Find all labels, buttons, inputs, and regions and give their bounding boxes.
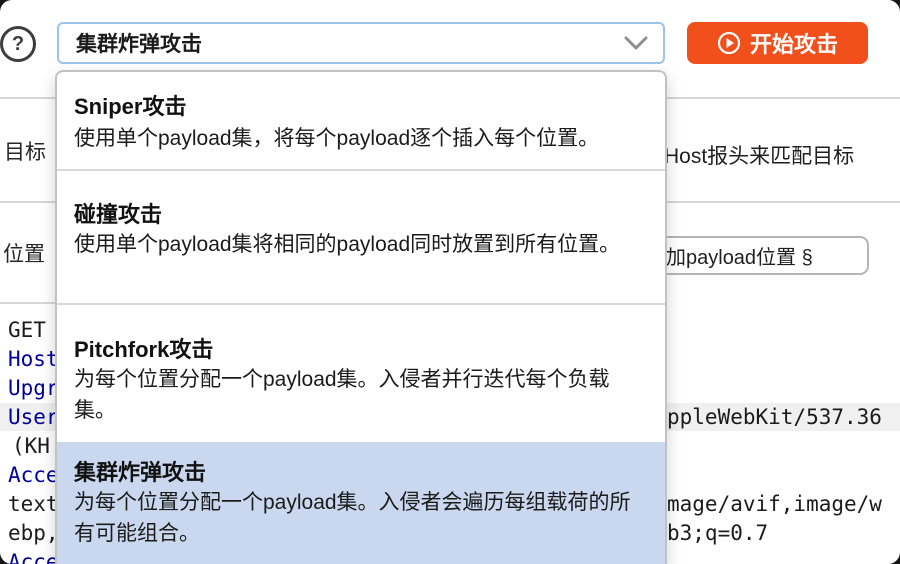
request-line-user-agent: User [8,403,59,431]
dropdown-option-title: 集群炸弹攻击 [74,455,206,487]
help-icon[interactable]: ? [0,26,36,62]
target-section-label: 目标 [4,136,46,166]
dropdown-option-description: 使用单个payload集将相同的payload同时放置到所有位置。 [74,229,664,260]
attack-type-selected-value: 集群炸弹攻击 [76,28,623,58]
section-divider-positions [0,302,57,304]
target-host-hint: Host报头来匹配目标 [664,140,854,170]
dropdown-option-sniper[interactable]: Sniper攻击 使用单个payload集，将每个payload逐个插入每个位置… [57,74,665,170]
dropdown-option-title: Sniper攻击 [74,89,186,121]
positions-section-label: 位置 [3,238,45,268]
start-attack-label: 开始攻击 [750,27,838,59]
intruder-attack-window: 目标 Host报头来匹配目标 位置 添加payload位置 § GET Host… [0,0,900,564]
dropdown-option-battering-ram[interactable]: 碰撞攻击 使用单个payload集将相同的payload同时放置到所有位置。 [57,171,665,303]
dropdown-option-description: 为每个位置分配一个payload集。入侵者并行迭代每个负载集。 [74,364,629,426]
dropdown-option-cluster-bomb[interactable]: 集群炸弹攻击 为每个位置分配一个payload集。入侵者会遍历每组载荷的所有可能… [57,442,665,564]
start-attack-button[interactable]: 开始攻击 [687,22,868,64]
request-line-accept-value: text [8,490,59,518]
request-line-webkit-tail: ppleWebKit/537.36 [667,403,882,431]
request-line-host: Host [8,345,59,373]
request-line-webp: ebp, [8,519,59,547]
request-line-khtml: (KH [12,432,50,460]
attack-type-select[interactable]: 集群炸弹攻击 [57,22,665,64]
dropdown-option-title: Pitchfork攻击 [74,332,213,364]
request-line-q07-tail: b3;q=0.7 [667,519,768,547]
dropdown-option-pitchfork[interactable]: Pitchfork攻击 为每个位置分配一个payload集。入侵者并行迭代每个负… [57,305,665,442]
request-line-upgrade: Upgr [8,374,59,402]
request-line-accept: Acce [8,461,59,489]
request-line-avif-tail: mage/avif,image/w [667,490,882,518]
dropdown-option-title: 碰撞攻击 [74,197,162,229]
request-line-method: GET [8,316,46,344]
attack-type-dropdown-panel: Sniper攻击 使用单个payload集，将每个payload逐个插入每个位置… [55,70,667,564]
play-circle-icon [717,31,741,55]
chevron-down-icon [623,35,649,51]
dropdown-option-description: 使用单个payload集，将每个payload逐个插入每个位置。 [74,123,652,154]
request-line-accept-2: Acce [8,548,59,564]
dropdown-option-description: 为每个位置分配一个payload集。入侵者会遍历每组载荷的所有可能组合。 [74,487,634,549]
